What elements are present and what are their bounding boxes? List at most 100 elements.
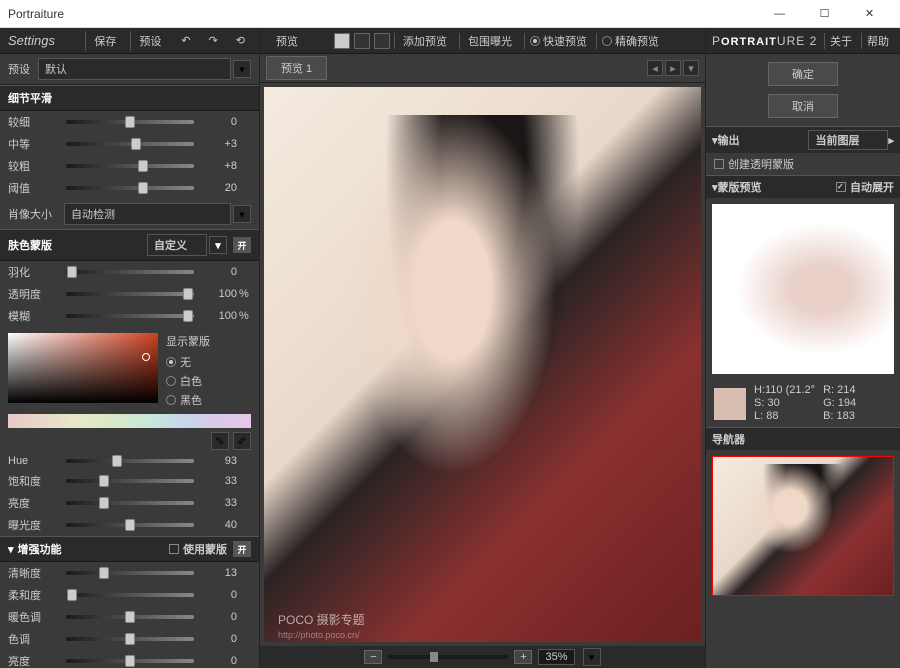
color-label-1: 饱和度	[8, 473, 58, 489]
enhance-label-4: 亮度	[8, 653, 58, 668]
detail-slider-0[interactable]	[66, 120, 194, 124]
color-value-0: 93	[202, 455, 237, 467]
detail-value-0: 0	[202, 116, 237, 128]
detail-label-0: 较细	[8, 114, 58, 130]
watermark-text: POCO 摄影专题	[278, 611, 365, 628]
eyedropper-plus-icon[interactable]: ✐	[233, 432, 251, 450]
precise-preview-radio[interactable]: 精确预览	[596, 33, 664, 49]
enhancements-title: 增强功能	[18, 541, 62, 557]
close-button[interactable]: ✕	[847, 0, 892, 28]
mask-option-none[interactable]: 无	[166, 354, 210, 370]
detail-value-2: +8	[202, 160, 237, 172]
undo-icon[interactable]: ↶	[175, 32, 196, 49]
mask-preview-title: 蒙版预览	[718, 179, 762, 195]
detail-value-1: +3	[202, 138, 237, 150]
output-header[interactable]: ▾ 输出 当前图层 ▸	[706, 126, 900, 153]
cancel-button[interactable]: 取消	[768, 94, 838, 118]
auto-expand-checkbox[interactable]: 自动展开	[836, 179, 894, 195]
redo-icon[interactable]: ↷	[203, 32, 224, 49]
preview-label: 预览	[268, 33, 306, 49]
zoom-in-button[interactable]: +	[514, 650, 532, 664]
color-swatch	[714, 388, 746, 420]
tab-prev-icon[interactable]: ◂	[647, 60, 663, 76]
color-slider-3[interactable]	[66, 523, 194, 527]
color-label-2: 亮度	[8, 495, 58, 511]
enhancements-header[interactable]: ▾ 增强功能 使用蒙版 开	[0, 536, 259, 562]
preview-panel: 预览 添加预览 包围曝光 快速预览 精确预览 预览 1 ◂ ▸ ▾ POCO 摄…	[260, 28, 705, 668]
view-single-icon[interactable]	[334, 33, 350, 49]
detail-title: 细节平滑	[8, 90, 52, 106]
eyedropper-icon[interactable]: ✎	[211, 432, 229, 450]
detail-label-3: 阈值	[8, 180, 58, 196]
enhance-label-0: 清晰度	[8, 565, 58, 581]
enhance-slider-0[interactable]	[66, 571, 194, 575]
maximize-button[interactable]: ☐	[802, 0, 847, 28]
output-dropdown-icon[interactable]: ▸	[888, 134, 894, 147]
bracketing-button[interactable]: 包围曝光	[459, 33, 520, 49]
output-select[interactable]: 当前图层	[808, 130, 888, 150]
view-split-h-icon[interactable]	[354, 33, 370, 49]
enhance-value-3: 0	[202, 633, 237, 645]
portrait-size-dropdown-icon[interactable]: ▾	[233, 205, 251, 223]
zoom-dropdown-icon[interactable]: ▾	[583, 648, 601, 666]
enhance-label-2: 暖色调	[8, 609, 58, 625]
enhance-value-2: 0	[202, 611, 237, 623]
detail-slider-2[interactable]	[66, 164, 194, 168]
skin-value-1: 100	[202, 288, 237, 300]
skin-slider-1[interactable]	[66, 292, 194, 296]
preset-select[interactable]: 默认	[38, 58, 231, 80]
color-gradient-picker[interactable]	[8, 333, 158, 403]
use-mask-checkbox[interactable]: 使用蒙版	[169, 541, 227, 557]
mask-preview-header[interactable]: ▾ 蒙版预览 自动展开	[706, 175, 900, 198]
navigator-image[interactable]	[712, 456, 894, 596]
skin-mask-toggle[interactable]: 开	[233, 237, 251, 253]
about-link[interactable]: 关于	[824, 33, 857, 49]
color-slider-0[interactable]	[66, 459, 194, 463]
save-button[interactable]: 保存	[85, 31, 124, 51]
skin-mask-title: 肤色蒙版	[8, 237, 52, 253]
skin-mask-header[interactable]: 肤色蒙版 自定义 ▾ 开	[0, 229, 259, 261]
ok-button[interactable]: 确定	[768, 62, 838, 86]
help-link[interactable]: 帮助	[861, 33, 894, 49]
enhance-slider-1[interactable]	[66, 593, 194, 597]
preview-image[interactable]: POCO 摄影专题 http://photo.poco.cn/	[264, 87, 701, 642]
skin-slider-0[interactable]	[66, 270, 194, 274]
detail-slider-1[interactable]	[66, 142, 194, 146]
detail-smoothing-header[interactable]: 细节平滑	[0, 85, 259, 111]
minimize-button[interactable]: —	[757, 0, 802, 28]
sync-icon[interactable]: ⟲	[230, 32, 251, 49]
enhancements-toggle[interactable]: 开	[233, 541, 251, 557]
preview-tab-1[interactable]: 预览 1	[266, 56, 327, 80]
zoom-slider[interactable]	[388, 655, 508, 659]
preset-button[interactable]: 预设	[130, 31, 169, 51]
fast-preview-radio[interactable]: 快速预览	[524, 33, 592, 49]
mask-option-black[interactable]: 黑色	[166, 392, 210, 408]
enhance-slider-4[interactable]	[66, 659, 194, 663]
preset-label: 预设	[8, 61, 38, 77]
portrait-size-select[interactable]: 自动检测	[64, 203, 231, 225]
detail-slider-3[interactable]	[66, 186, 194, 190]
skin-mode-dropdown-icon[interactable]: ▾	[209, 236, 227, 254]
tab-menu-icon[interactable]: ▾	[683, 60, 699, 76]
color-slider-2[interactable]	[66, 501, 194, 505]
create-mask-checkbox[interactable]: 创建透明蒙版	[714, 156, 794, 172]
skin-mask-mode-select[interactable]: 自定义	[147, 234, 207, 256]
view-split-v-icon[interactable]	[374, 33, 390, 49]
window-title: Portraiture	[8, 7, 757, 21]
enhance-slider-2[interactable]	[66, 615, 194, 619]
enhance-value-0: 13	[202, 567, 237, 579]
color-value-3: 40	[202, 519, 237, 531]
skin-value-2: 100	[202, 310, 237, 322]
zoom-value[interactable]: 35%	[538, 649, 574, 665]
hue-strip[interactable]	[8, 414, 251, 428]
preset-dropdown-icon[interactable]: ▾	[233, 60, 251, 78]
tab-next-icon[interactable]: ▸	[665, 60, 681, 76]
navigator-header[interactable]: 导航器	[706, 427, 900, 450]
mask-option-white[interactable]: 白色	[166, 373, 210, 389]
enhance-slider-3[interactable]	[66, 637, 194, 641]
enhance-value-1: 0	[202, 589, 237, 601]
zoom-out-button[interactable]: −	[364, 650, 382, 664]
color-slider-1[interactable]	[66, 479, 194, 483]
add-preview-button[interactable]: 添加预览	[394, 33, 455, 49]
skin-slider-2[interactable]	[66, 314, 194, 318]
